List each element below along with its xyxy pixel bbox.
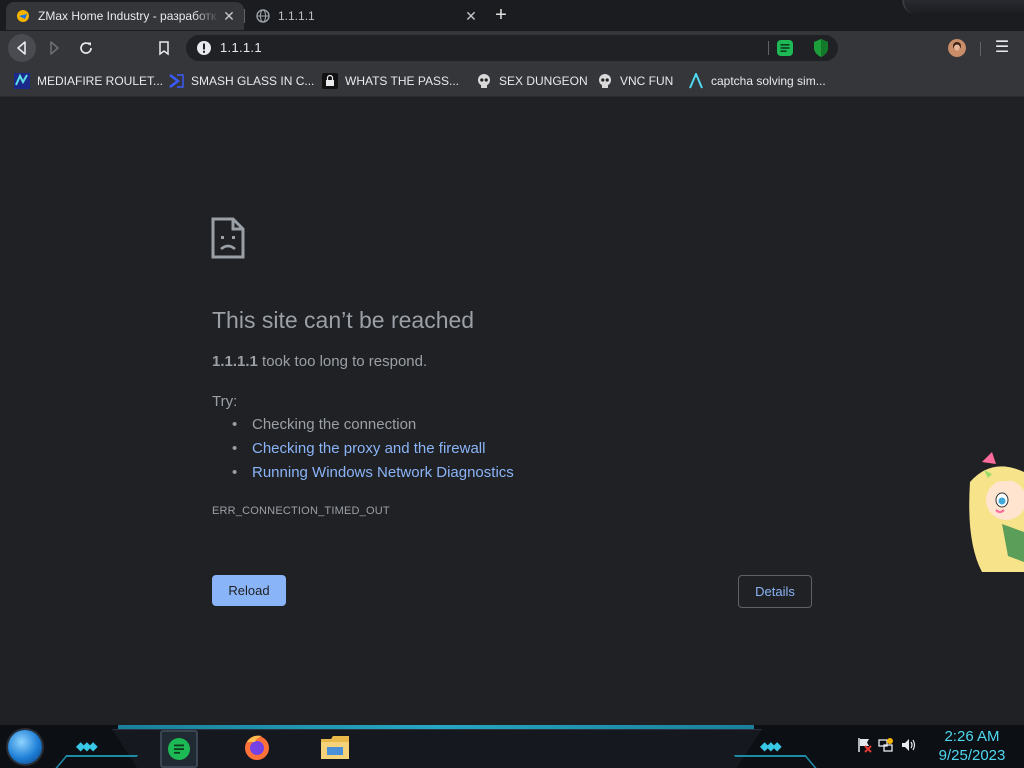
error-page: This site can’t be reached 1.1.1.1 took … — [0, 97, 1024, 725]
error-title: This site can’t be reached — [212, 307, 475, 333]
volume-icon[interactable] — [900, 737, 916, 753]
suggestion-network-diagnostics-link[interactable]: Running Windows Network Diagnostics — [232, 461, 514, 485]
network-icon[interactable] — [878, 737, 894, 753]
reload-icon — [80, 42, 92, 54]
taskbar-app-notes[interactable] — [160, 730, 198, 768]
forward-icon — [50, 41, 59, 55]
tab-strip: ZMax Home Industry - разработк... ✕ 1.1.… — [0, 0, 1024, 31]
toolbar: 1.1.1.1 ☰ — [0, 31, 1024, 65]
firefox-icon — [245, 735, 269, 760]
zmax-favicon-icon — [17, 10, 29, 22]
taskbar-decoration — [733, 755, 819, 768]
new-tab-button[interactable]: + — [490, 4, 512, 26]
menu-button[interactable]: ☰ — [994, 39, 1010, 57]
suggestion-check-connection: Checking the connection — [232, 413, 514, 437]
mediafire-icon — [14, 73, 30, 89]
taskbar-accent-line — [118, 725, 754, 729]
extension-notes-icon[interactable] — [776, 39, 794, 57]
bookmark-vnc-fun[interactable]: VNC FUN — [597, 71, 673, 91]
window-frame-decoration — [902, 0, 1024, 14]
system-tray — [856, 737, 916, 753]
skull-icon — [599, 74, 611, 88]
bookmark-label: MEDIAFIRE ROULET... — [37, 74, 164, 88]
bookmark-label: VNC FUN — [620, 74, 674, 88]
avatar-image — [948, 39, 966, 57]
tab-zmax[interactable]: ZMax Home Industry - разработк... ✕ — [6, 2, 244, 30]
details-button[interactable]: Details — [738, 575, 812, 608]
tab-title: 1.1.1.1 — [278, 9, 315, 23]
bookmarks-bar: MEDIAFIRE ROULET... SMASH GLASS IN C... … — [0, 65, 1024, 97]
bookmark-label: SEX DUNGEON — [499, 74, 588, 88]
taskbar: ◆◆◆ ◆◆◆ 2:26 AM 9/25/2023 — [0, 725, 1024, 768]
close-tab-icon[interactable]: ✕ — [462, 8, 480, 25]
taskbar-decoration — [53, 755, 139, 768]
reload-button[interactable] — [72, 34, 100, 62]
omnibox-divider — [768, 41, 769, 55]
chevron-logo-icon — [169, 74, 184, 88]
sad-document-icon — [211, 217, 245, 259]
taskbar-app-file-explorer[interactable] — [318, 730, 352, 764]
lock-box-icon — [322, 73, 338, 89]
profile-avatar[interactable] — [948, 39, 966, 57]
url-text[interactable]: 1.1.1.1 — [220, 40, 262, 55]
toolbar-divider — [980, 42, 981, 56]
bookmark-label: captcha solving sim... — [711, 74, 826, 88]
error-code: ERR_CONNECTION_TIMED_OUT — [212, 505, 390, 517]
chevron-decoration-icon: ◆◆◆ — [760, 739, 782, 753]
flag-icon[interactable] — [856, 737, 872, 753]
taskbar-panel — [112, 729, 762, 768]
bookmark-mediafire[interactable]: MEDIAFIRE ROULET... — [14, 71, 163, 91]
skull-icon — [478, 74, 490, 88]
start-orb[interactable] — [8, 730, 42, 764]
tab-1111[interactable]: 1.1.1.1 ✕ — [246, 2, 486, 30]
forward-button[interactable] — [40, 34, 68, 62]
error-summary-text: took too long to respond. — [257, 353, 428, 370]
tab-divider — [244, 9, 245, 23]
bookmark-button[interactable] — [150, 34, 178, 62]
tab-title: ZMax Home Industry - разработк... — [38, 9, 220, 23]
extension-shield-icon[interactable] — [812, 38, 830, 58]
reload-button[interactable]: Reload — [212, 575, 286, 606]
info-icon[interactable] — [196, 40, 212, 56]
a-logo-icon — [689, 73, 703, 89]
bookmark-smash-glass[interactable]: SMASH GLASS IN C... — [168, 71, 314, 91]
back-icon — [17, 41, 26, 55]
close-tab-icon[interactable]: ✕ — [220, 8, 238, 25]
bookmark-sex-dungeon[interactable]: SEX DUNGEON — [476, 71, 588, 91]
bookmark-label: WHATS THE PASS... — [345, 74, 460, 88]
file-explorer-icon — [321, 736, 349, 759]
suggestion-check-proxy-link[interactable]: Checking the proxy and the firewall — [232, 437, 514, 461]
menu-icon: ☰ — [994, 39, 1010, 56]
address-bar[interactable]: 1.1.1.1 — [186, 35, 838, 61]
bookmark-icon — [159, 41, 169, 56]
notes-app-icon — [168, 738, 190, 760]
bookmark-whats-the-pass[interactable]: WHATS THE PASS... — [322, 71, 459, 91]
globe-icon — [256, 9, 270, 23]
error-summary: 1.1.1.1 took too long to respond. — [212, 353, 427, 370]
bookmark-captcha[interactable]: captcha solving sim... — [688, 71, 826, 91]
try-label: Try: — [212, 393, 238, 410]
error-host: 1.1.1.1 — [212, 353, 258, 370]
clock-time: 2:26 AM — [944, 728, 1000, 745]
clock-date: 9/25/2023 — [938, 747, 1006, 764]
chevron-decoration-icon: ◆◆◆ — [76, 739, 98, 753]
suggestions-list: Checking the connection Checking the pro… — [212, 413, 514, 485]
back-button[interactable] — [8, 34, 36, 62]
cartoon-sticker-image — [969, 452, 1024, 572]
taskbar-clock[interactable]: 2:26 AM 9/25/2023 — [930, 727, 1014, 765]
taskbar-app-firefox[interactable] — [240, 730, 274, 764]
bookmark-label: SMASH GLASS IN C... — [191, 74, 315, 88]
